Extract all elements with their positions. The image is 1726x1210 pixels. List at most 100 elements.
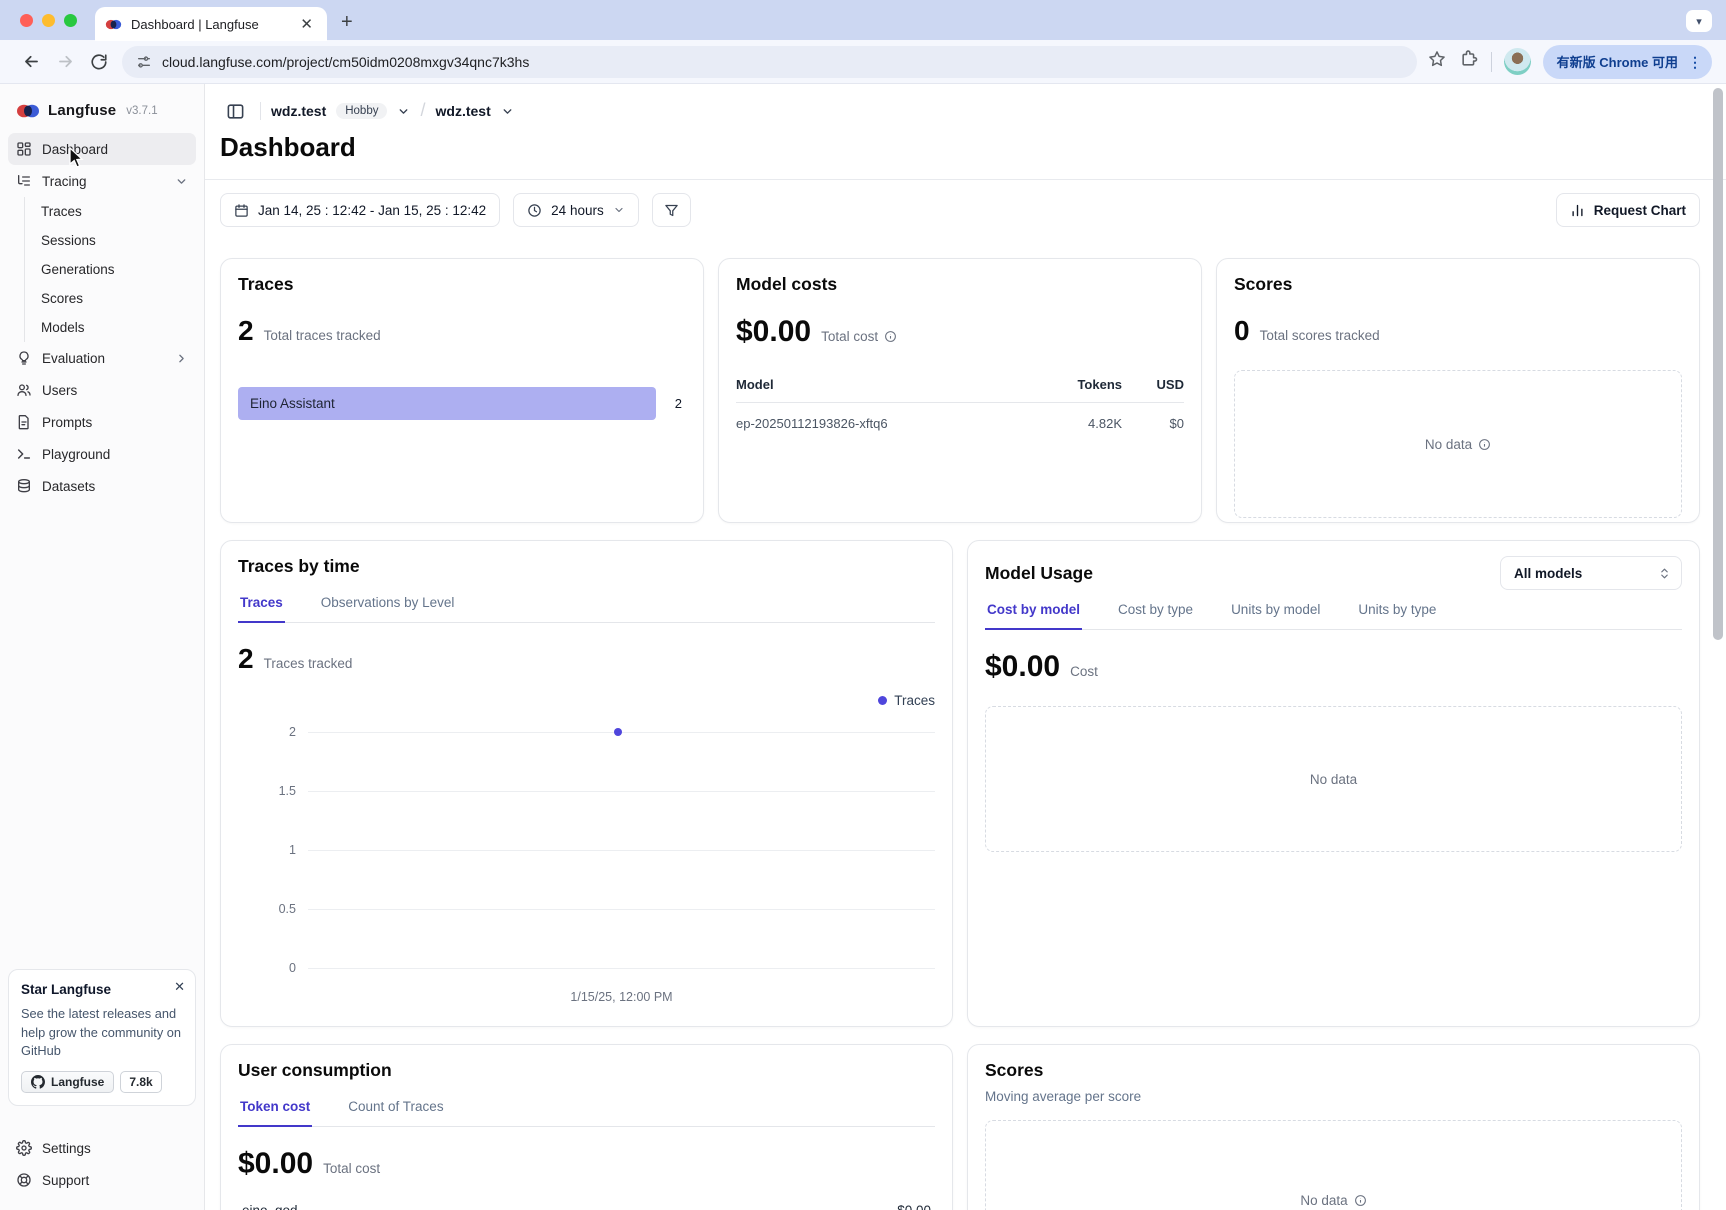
project-name[interactable]: wdz.test — [436, 103, 491, 119]
tab-observations-by-level[interactable]: Observations by Level — [319, 593, 457, 622]
chevron-down-icon[interactable] — [501, 105, 514, 118]
toolbar-divider — [1491, 52, 1492, 72]
extensions-icon[interactable] — [1459, 49, 1479, 74]
scores-subtitle: Moving average per score — [985, 1089, 1682, 1104]
panel-left-icon — [226, 102, 245, 121]
filter-button[interactable] — [652, 193, 691, 227]
tab-cost-by-type[interactable]: Cost by type — [1116, 600, 1195, 629]
tab-cost-by-model[interactable]: Cost by model — [985, 600, 1082, 630]
chevron-down-icon[interactable] — [397, 105, 410, 118]
chrome-update-button[interactable]: 有新版 Chrome 可用 ⋮ — [1543, 45, 1712, 79]
scrollbar[interactable] — [1713, 88, 1723, 640]
date-range-picker[interactable]: Jan 14, 25 : 12:42 - Jan 15, 25 : 12:42 — [220, 193, 500, 227]
tab-units-by-type[interactable]: Units by type — [1356, 600, 1438, 629]
github-star-count[interactable]: 7.8k — [120, 1071, 161, 1093]
time-window-value: 24 hours — [551, 203, 604, 218]
chevron-right-icon — [175, 352, 188, 365]
card-title: Model Usage — [985, 563, 1093, 584]
date-range-value: Jan 14, 25 : 12:42 - Jan 15, 25 : 12:42 — [258, 203, 486, 218]
sidebar-item-datasets[interactable]: Datasets — [8, 470, 196, 502]
traces-total: 2 — [238, 315, 254, 347]
scores-card-top: Scores 0 Total scores tracked No data — [1216, 258, 1700, 523]
sidebar-item-playground[interactable]: Playground — [8, 438, 196, 470]
sidebar-item-prompts[interactable]: Prompts — [8, 406, 196, 438]
sidebar-toggle-button[interactable] — [220, 96, 250, 126]
model-select-value: All models — [1514, 566, 1658, 581]
title-divider — [205, 179, 1726, 180]
back-button[interactable] — [14, 45, 48, 79]
main-content: wdz.test Hobby / wdz.test Dashboard Jan … — [205, 84, 1726, 1210]
tab-close-icon[interactable]: ✕ — [296, 15, 317, 33]
org-name[interactable]: wdz.test — [271, 103, 326, 119]
no-data-box: No data — [1234, 370, 1682, 518]
reload-button[interactable] — [82, 45, 116, 79]
sidebar-item-dashboard[interactable]: Dashboard — [8, 133, 196, 165]
chevrons-up-down-icon — [1658, 567, 1671, 580]
github-star-button[interactable]: Langfuse — [21, 1071, 114, 1093]
sidebar-item-settings[interactable]: Settings — [8, 1132, 196, 1164]
site-settings-icon[interactable] — [136, 54, 152, 70]
data-point[interactable] — [614, 728, 622, 736]
page-title: Dashboard — [220, 132, 1700, 163]
url-text[interactable]: cloud.langfuse.com/project/cm50idm0208mx… — [162, 54, 529, 70]
user-row[interactable]: eino_god $0.00 — [238, 1203, 935, 1210]
trace-name-bar[interactable]: Eino Assistant — [238, 387, 656, 420]
model-costs-total: $0.00 — [736, 315, 811, 349]
tab-search-icon[interactable]: ▾ — [1686, 10, 1712, 32]
tab-traces[interactable]: Traces — [238, 593, 285, 623]
info-icon[interactable] — [884, 330, 897, 343]
life-buoy-icon — [16, 1172, 32, 1188]
star-card-body: See the latest releases and help grow th… — [21, 1005, 183, 1061]
tracing-icon — [16, 173, 32, 189]
maximize-window-button[interactable] — [64, 14, 77, 27]
sidebar-item-models[interactable]: Models — [25, 313, 196, 342]
sidebar-item-generations[interactable]: Generations — [25, 255, 196, 284]
traces-card: Traces 2 Total traces tracked Eino Assis… — [220, 258, 704, 523]
window-controls[interactable] — [20, 14, 77, 27]
minimize-window-button[interactable] — [42, 14, 55, 27]
bookmark-star-icon[interactable] — [1427, 49, 1447, 74]
database-icon — [16, 478, 32, 494]
user-consumption-card: User consumption Token cost Count of Tra… — [220, 1044, 953, 1210]
sidebar-item-users[interactable]: Users — [8, 374, 196, 406]
chevron-down-icon — [175, 175, 188, 188]
tracing-subnav: Traces Sessions Generations Scores Model… — [24, 197, 196, 342]
browser-chrome: Dashboard | Langfuse ✕ + ▾ cloud.langfus… — [0, 0, 1726, 84]
close-window-button[interactable] — [20, 14, 33, 27]
sidebar-item-scores[interactable]: Scores — [25, 284, 196, 313]
sidebar-item-evaluation[interactable]: Evaluation — [8, 342, 196, 374]
browser-tab[interactable]: Dashboard | Langfuse ✕ — [95, 7, 327, 41]
profile-avatar[interactable] — [1504, 48, 1531, 75]
user-name: eino_god — [242, 1203, 298, 1210]
tab-token-cost[interactable]: Token cost — [238, 1097, 312, 1127]
close-icon[interactable]: ✕ — [174, 980, 185, 993]
sidebar-item-label: Dashboard — [42, 142, 108, 157]
info-icon[interactable] — [1354, 1194, 1367, 1207]
table-row[interactable]: ep-20250112193826-xftq6 4.82K $0 — [736, 403, 1184, 431]
users-icon — [16, 382, 32, 398]
star-card-title: Star Langfuse — [21, 982, 183, 997]
browser-menu-icon[interactable]: ⋮ — [1686, 55, 1704, 69]
scores-total: 0 — [1234, 315, 1250, 347]
breadcrumb: wdz.test Hobby / wdz.test — [220, 96, 1700, 126]
chart-legend: Traces — [238, 693, 935, 708]
traces-by-time-card: Traces by time Traces Observations by Le… — [220, 540, 953, 1027]
sidebar-item-tracing[interactable]: Tracing — [8, 165, 196, 197]
time-window-dropdown[interactable]: 24 hours — [513, 193, 639, 227]
info-icon[interactable] — [1478, 438, 1491, 451]
new-tab-button[interactable]: + — [341, 11, 353, 34]
tab-units-by-model[interactable]: Units by model — [1229, 600, 1322, 629]
url-bar[interactable]: cloud.langfuse.com/project/cm50idm0208mx… — [122, 46, 1417, 78]
forward-button[interactable] — [48, 45, 82, 79]
user-consumption-tabs: Token cost Count of Traces — [238, 1097, 935, 1127]
github-button-label: Langfuse — [51, 1075, 104, 1089]
sidebar: Langfuse v3.7.1 Dashboard Tracing Traces… — [0, 84, 205, 1210]
request-chart-button[interactable]: Request Chart — [1556, 193, 1700, 227]
sidebar-item-support[interactable]: Support — [8, 1164, 196, 1196]
traces-tracked-value: 2 — [238, 643, 254, 675]
sidebar-item-traces[interactable]: Traces — [25, 197, 196, 226]
tab-count-of-traces[interactable]: Count of Traces — [346, 1097, 445, 1126]
model-select[interactable]: All models — [1500, 556, 1682, 590]
user-cost: $0.00 — [897, 1203, 931, 1210]
sidebar-item-sessions[interactable]: Sessions — [25, 226, 196, 255]
